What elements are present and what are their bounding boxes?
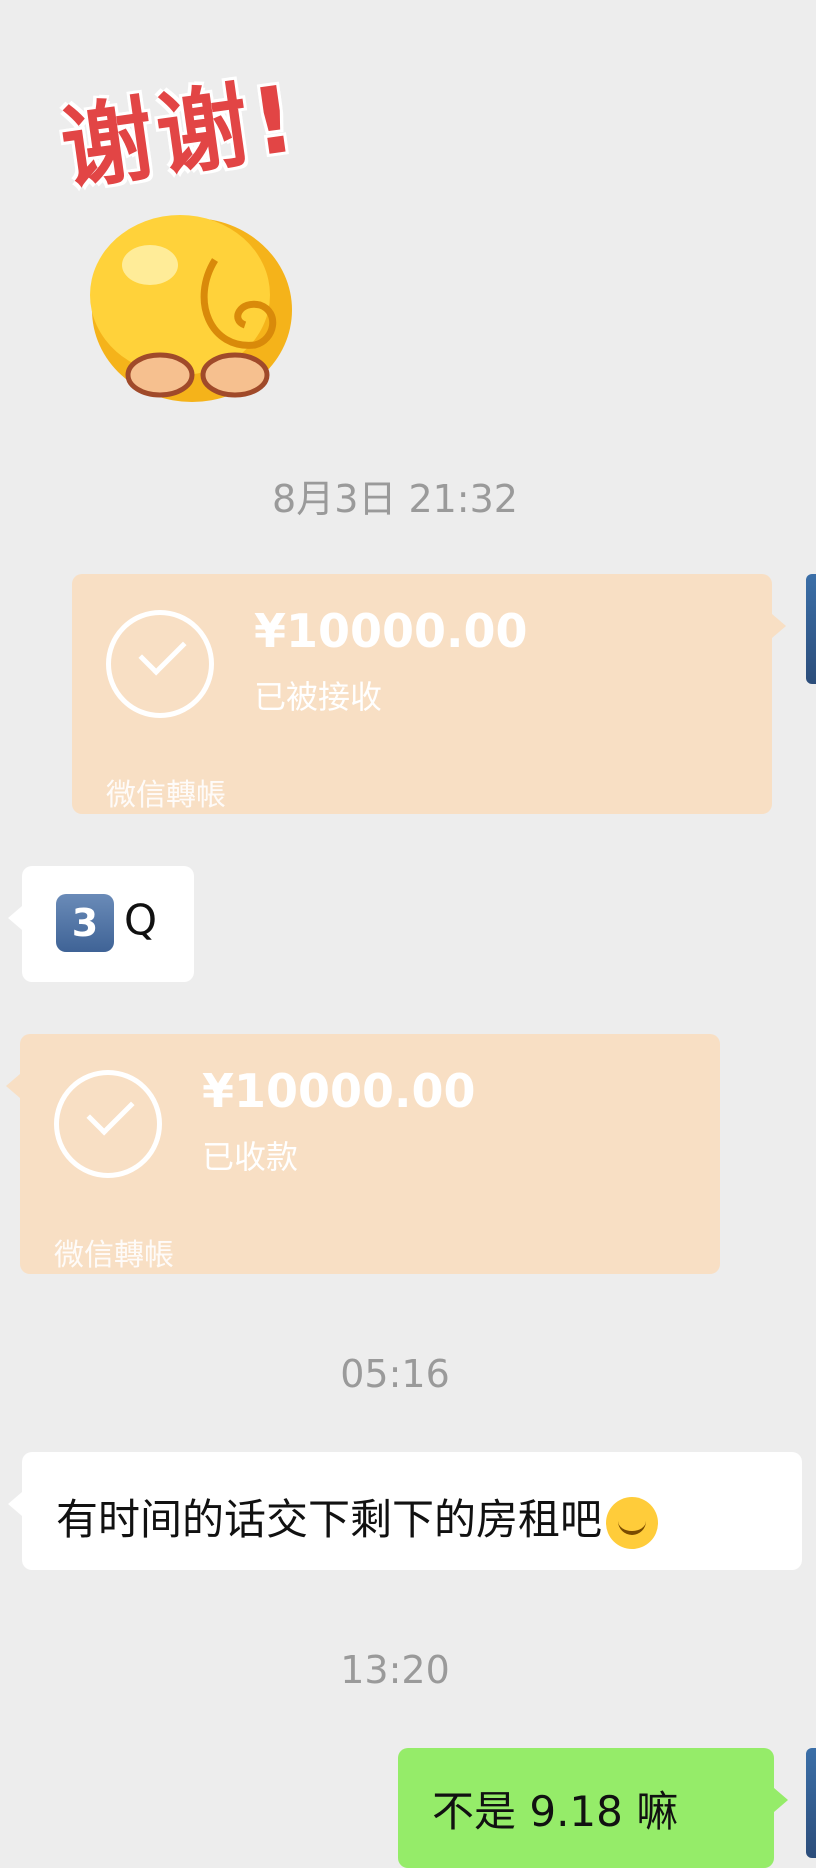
- thank-you-sticker[interactable]: 谢谢!: [40, 50, 380, 410]
- transfer-card-received[interactable]: ¥10000.00 已收款 微信轉帳: [6, 1034, 720, 1274]
- message-text: 有时间的话交下剩下的房租吧: [56, 1495, 603, 1544]
- check-circle-icon: [106, 610, 214, 718]
- timestamp: 05:16: [340, 1352, 450, 1396]
- message-text: 不是 9.18 嘛: [432, 1787, 679, 1836]
- transfer-card-sent[interactable]: ¥10000.00 已被接收 微信轉帳: [72, 574, 786, 814]
- transfer-label: 微信轉帳: [54, 1238, 174, 1273]
- message-text: Q: [124, 895, 158, 945]
- check-circle-icon: [54, 1070, 162, 1178]
- timestamp: 13:20: [340, 1648, 450, 1692]
- smiling-face-icon: [606, 1496, 659, 1549]
- transfer-status: 已收款: [202, 1138, 299, 1176]
- keycap-3-icon: 3: [56, 894, 114, 952]
- transfer-amount: ¥10000.00: [254, 604, 528, 658]
- message-bubble-received[interactable]: 3Q: [8, 866, 194, 982]
- message-bubble-received[interactable]: 有时间的话交下剩下的房租吧: [8, 1452, 802, 1570]
- bowing-emoji-icon: [90, 215, 292, 402]
- my-avatar[interactable]: [806, 1748, 816, 1858]
- transfer-status: 已被接收: [254, 678, 383, 716]
- message-bubble-sent[interactable]: 不是 9.18 嘛: [398, 1748, 788, 1868]
- transfer-label: 微信轉帳: [106, 778, 226, 813]
- my-avatar[interactable]: [806, 574, 816, 684]
- transfer-amount: ¥10000.00: [202, 1064, 476, 1118]
- timestamp: 8月3日 21:32: [272, 477, 518, 521]
